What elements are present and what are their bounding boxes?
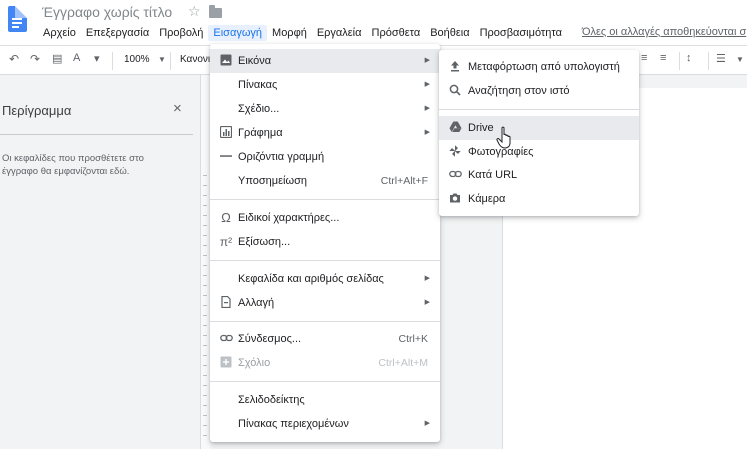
align-right-icon[interactable]: ≡ bbox=[641, 52, 647, 64]
submenu-arrow-icon: ▶ bbox=[424, 299, 430, 306]
app-header: Έγγραφο χωρίς τίτλο ☆ Αρχείο Επεξεργασία… bbox=[0, 0, 747, 45]
menu-item-footnote[interactable]: Υποσημείωση Ctrl+Alt+F bbox=[210, 169, 440, 193]
submenu-item-by-url[interactable]: Κατά URL bbox=[439, 163, 639, 187]
menu-item-equation[interactable]: π² Εξίσωση... bbox=[210, 230, 440, 254]
document-title[interactable]: Έγγραφο χωρίς τίτλο bbox=[42, 4, 172, 20]
outline-divider bbox=[0, 134, 193, 135]
submenu-item-search-web[interactable]: Αναζήτηση στον ιστό bbox=[439, 79, 639, 103]
hand-cursor-icon bbox=[496, 126, 514, 150]
outline-title: Περίγραμμα bbox=[2, 103, 72, 118]
zoom-select[interactable]: 100% bbox=[124, 54, 150, 65]
omega-icon: Ω bbox=[221, 210, 231, 225]
menu-item-drawing[interactable]: Σχέδιο... ▶ bbox=[210, 97, 440, 121]
close-icon[interactable]: × bbox=[173, 100, 182, 117]
submenu-arrow-icon: ▶ bbox=[424, 57, 430, 64]
menu-help[interactable]: Βοήθεια bbox=[425, 25, 474, 41]
paint-format-icon[interactable]: ▾ bbox=[94, 52, 100, 65]
menu-item-header-page-number[interactable]: Κεφαλίδα και αριθμός σελίδας ▶ bbox=[210, 267, 440, 291]
zoom-caret-icon[interactable]: ▼ bbox=[158, 55, 166, 64]
style-select[interactable]: Κανονι bbox=[180, 54, 210, 65]
submenu-arrow-icon: ▶ bbox=[424, 105, 430, 112]
menu-bar: Αρχείο Επεξεργασία Προβολή Εισαγωγή Μορφ… bbox=[38, 25, 567, 41]
line-spacing-icon[interactable]: ↕ bbox=[686, 52, 692, 64]
menu-item-horizontal-line[interactable]: Οριζόντια γραμμή bbox=[210, 145, 440, 169]
horizontal-line-icon bbox=[219, 150, 233, 164]
submenu-arrow-icon: ▶ bbox=[424, 129, 430, 136]
search-icon bbox=[448, 84, 462, 98]
menu-item-image[interactable]: Εικόνα ▶ bbox=[210, 49, 440, 73]
camera-icon bbox=[448, 192, 462, 206]
menu-separator bbox=[210, 381, 440, 382]
menu-addons[interactable]: Πρόσθετα bbox=[367, 25, 426, 41]
vertical-ruler[interactable] bbox=[200, 75, 210, 449]
list-caret-icon[interactable]: ▼ bbox=[736, 55, 744, 64]
outline-panel: Περίγραμμα × Οι κεφαλίδες που προσθέτετε… bbox=[0, 75, 200, 449]
submenu-item-photos[interactable]: Φωτογραφίες bbox=[439, 140, 639, 164]
menu-file[interactable]: Αρχείο bbox=[38, 25, 81, 41]
docs-logo-icon[interactable] bbox=[8, 6, 27, 32]
submenu-item-upload[interactable]: Μεταφόρτωση από υπολογιστή bbox=[439, 55, 639, 79]
menu-separator bbox=[439, 109, 639, 110]
link-icon bbox=[448, 168, 462, 182]
photos-icon bbox=[448, 145, 462, 159]
save-status[interactable]: Όλες οι αλλαγές αποθηκεύονται σ bbox=[582, 26, 746, 38]
menu-separator bbox=[210, 260, 440, 261]
submenu-arrow-icon: ▶ bbox=[424, 275, 430, 282]
menu-item-bookmark[interactable]: Σελιδοδείκτης bbox=[210, 388, 440, 412]
menu-item-break[interactable]: Αλλαγή ▶ bbox=[210, 291, 440, 315]
menu-item-table[interactable]: Πίνακας ▶ bbox=[210, 73, 440, 97]
menu-view[interactable]: Προβολή bbox=[154, 25, 208, 41]
comment-icon bbox=[219, 356, 233, 370]
submenu-arrow-icon: ▶ bbox=[424, 420, 430, 427]
upload-icon bbox=[448, 60, 462, 74]
menu-separator bbox=[210, 199, 440, 200]
menu-insert[interactable]: Εισαγωγή bbox=[208, 25, 268, 41]
image-icon bbox=[219, 54, 233, 68]
insert-menu: Εικόνα ▶ Πίνακας ▶ Σχέδιο... ▶ Γράφημα ▶… bbox=[210, 44, 440, 442]
submenu-item-camera[interactable]: Κάμερα bbox=[439, 187, 639, 211]
link-icon bbox=[219, 332, 233, 346]
menu-format[interactable]: Μορφή bbox=[267, 25, 312, 41]
image-submenu: Μεταφόρτωση από υπολογιστή Αναζήτηση στο… bbox=[439, 50, 639, 216]
spellcheck-icon[interactable]: A bbox=[73, 52, 80, 64]
redo-icon[interactable]: ↷ bbox=[30, 52, 40, 66]
chart-icon bbox=[219, 125, 233, 140]
align-justify-icon[interactable]: ≡ bbox=[660, 52, 666, 64]
undo-icon[interactable]: ↶ bbox=[9, 52, 19, 66]
menu-accessibility[interactable]: Προσβασιμότητα bbox=[475, 25, 567, 41]
menu-item-table-of-contents[interactable]: Πίνακας περιεχομένων ▶ bbox=[210, 412, 440, 436]
star-icon[interactable]: ☆ bbox=[188, 3, 201, 20]
submenu-arrow-icon: ▶ bbox=[424, 81, 430, 88]
menu-separator bbox=[210, 321, 440, 322]
submenu-item-drive[interactable]: Drive bbox=[439, 116, 639, 140]
menu-item-special-characters[interactable]: Ω Ειδικοί χαρακτήρες... bbox=[210, 206, 440, 230]
print-icon[interactable]: ▤ bbox=[52, 52, 62, 65]
menu-item-comment[interactable]: Σχόλιο Ctrl+Alt+M bbox=[210, 351, 440, 375]
menu-item-chart[interactable]: Γράφημα ▶ bbox=[210, 121, 440, 145]
drive-icon bbox=[448, 121, 462, 135]
numbered-list-icon[interactable]: ☰ bbox=[716, 52, 726, 65]
menu-edit[interactable]: Επεξεργασία bbox=[81, 25, 154, 41]
page-break-icon bbox=[219, 295, 233, 310]
folder-icon[interactable] bbox=[209, 5, 222, 18]
pi-icon: π² bbox=[219, 235, 233, 249]
outline-empty-text: Οι κεφαλίδες που προσθέτετε στο έγγραφο … bbox=[2, 153, 144, 177]
menu-item-link[interactable]: Σύνδεσμος... Ctrl+K bbox=[210, 327, 440, 351]
menu-tools[interactable]: Εργαλεία bbox=[312, 25, 367, 41]
